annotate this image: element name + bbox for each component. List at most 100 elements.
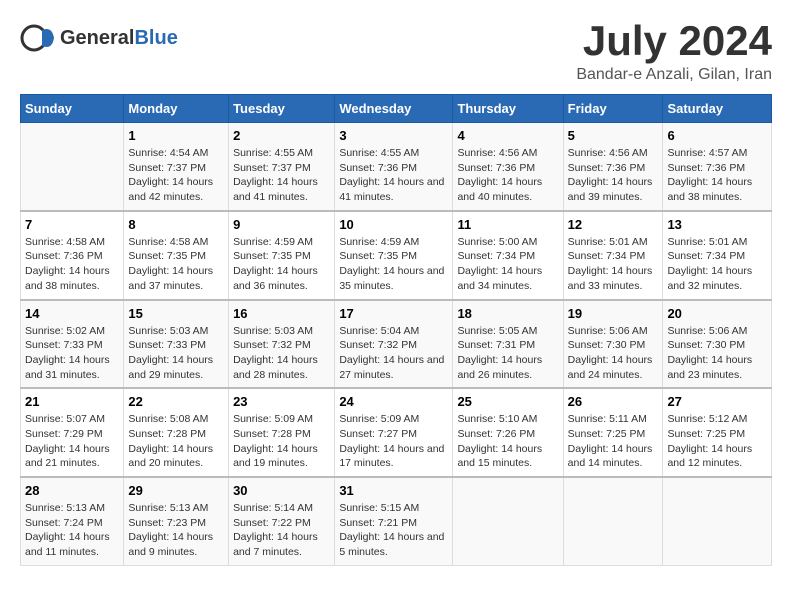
week-row-3: 14 Sunrise: 5:02 AMSunset: 7:33 PMDayligh… [21, 300, 772, 389]
col-header-sunday: Sunday [21, 95, 124, 123]
day-number: 30 [233, 483, 330, 498]
col-header-friday: Friday [563, 95, 663, 123]
calendar-header-row: SundayMondayTuesdayWednesdayThursdayFrid… [21, 95, 772, 123]
calendar-cell: 4Sunrise: 4:56 AMSunset: 7:36 PMDaylight… [453, 123, 563, 211]
logo-blue: Blue [134, 27, 177, 49]
day-number: 20 [667, 306, 767, 321]
month-year: July 2024 [576, 20, 772, 62]
day-info: Sunrise: 4:56 AMSunset: 7:36 PMDaylight:… [568, 146, 659, 205]
day-info: Sunrise: 4:58 AMSunset: 7:36 PMDaylight:… [25, 235, 119, 294]
calendar-cell: 7 Sunrise: 4:58 AMSunset: 7:36 PMDaylight… [21, 211, 124, 300]
calendar-cell: 11 Sunrise: 5:00 AMSunset: 7:34 PMDayligh… [453, 211, 563, 300]
calendar-cell: 12 Sunrise: 5:01 AMSunset: 7:34 PMDayligh… [563, 211, 663, 300]
day-number: 5 [568, 128, 659, 143]
day-number: 1 [128, 128, 224, 143]
day-number: 15 [128, 306, 224, 321]
calendar-cell: 18Sunrise: 5:05 AMSunset: 7:31 PMDayligh… [453, 300, 563, 389]
day-number: 4 [457, 128, 558, 143]
day-number: 8 [128, 217, 224, 232]
day-info: Sunrise: 5:00 AMSunset: 7:34 PMDaylight:… [457, 235, 558, 294]
day-info: Sunrise: 5:11 AMSunset: 7:25 PMDaylight:… [568, 412, 659, 471]
logo-icon [20, 20, 56, 56]
calendar-cell: 26Sunrise: 5:11 AMSunset: 7:25 PMDayligh… [563, 388, 663, 477]
day-number: 14 [25, 306, 119, 321]
col-header-monday: Monday [124, 95, 229, 123]
col-header-saturday: Saturday [663, 95, 772, 123]
day-info: Sunrise: 5:13 AMSunset: 7:23 PMDaylight:… [128, 501, 224, 560]
day-number: 23 [233, 394, 330, 409]
week-row-5: 28 Sunrise: 5:13 AMSunset: 7:24 PMDayligh… [21, 477, 772, 565]
day-number: 11 [457, 217, 558, 232]
week-row-1: 1 Sunrise: 4:54 AMSunset: 7:37 PMDaylight… [21, 123, 772, 211]
day-info: Sunrise: 5:15 AMSunset: 7:21 PMDaylight:… [339, 501, 448, 560]
calendar-cell: 14 Sunrise: 5:02 AMSunset: 7:33 PMDayligh… [21, 300, 124, 389]
title-block: July 2024 Bandar-e Anzali, Gilan, Iran [576, 20, 772, 84]
day-number: 17 [339, 306, 448, 321]
calendar-cell: 8 Sunrise: 4:58 AMSunset: 7:35 PMDaylight… [124, 211, 229, 300]
day-info: Sunrise: 5:07 AMSunset: 7:29 PMDaylight:… [25, 412, 119, 471]
calendar-cell: 3Sunrise: 4:55 AMSunset: 7:36 PMDaylight… [335, 123, 453, 211]
calendar-cell: 24 Sunrise: 5:09 AMSunset: 7:27 PMDayligh… [335, 388, 453, 477]
day-number: 19 [568, 306, 659, 321]
day-info: Sunrise: 4:58 AMSunset: 7:35 PMDaylight:… [128, 235, 224, 294]
day-info: Sunrise: 5:02 AMSunset: 7:33 PMDaylight:… [25, 324, 119, 383]
day-number: 29 [128, 483, 224, 498]
logo: GeneralBlue [20, 20, 178, 56]
calendar-cell: 21 Sunrise: 5:07 AMSunset: 7:29 PMDayligh… [21, 388, 124, 477]
calendar-cell: 1 Sunrise: 4:54 AMSunset: 7:37 PMDaylight… [124, 123, 229, 211]
calendar-cell [663, 477, 772, 565]
calendar-cell [563, 477, 663, 565]
day-info: Sunrise: 5:12 AMSunset: 7:25 PMDaylight:… [667, 412, 767, 471]
calendar-cell: 19 Sunrise: 5:06 AMSunset: 7:30 PMDayligh… [563, 300, 663, 389]
calendar-cell [453, 477, 563, 565]
day-number: 18 [457, 306, 558, 321]
day-info: Sunrise: 4:55 AMSunset: 7:37 PMDaylight:… [233, 146, 330, 205]
day-info: Sunrise: 5:06 AMSunset: 7:30 PMDaylight:… [667, 324, 767, 383]
day-number: 13 [667, 217, 767, 232]
day-info: Sunrise: 5:08 AMSunset: 7:28 PMDaylight:… [128, 412, 224, 471]
day-number: 28 [25, 483, 119, 498]
day-info: Sunrise: 5:04 AMSunset: 7:32 PMDaylight:… [339, 324, 448, 383]
calendar-cell: 15Sunrise: 5:03 AMSunset: 7:33 PMDayligh… [124, 300, 229, 389]
calendar-cell: 6 Sunrise: 4:57 AMSunset: 7:36 PMDaylight… [663, 123, 772, 211]
day-info: Sunrise: 5:10 AMSunset: 7:26 PMDaylight:… [457, 412, 558, 471]
calendar-cell: 23 Sunrise: 5:09 AMSunset: 7:28 PMDayligh… [229, 388, 335, 477]
day-info: Sunrise: 4:57 AMSunset: 7:36 PMDaylight:… [667, 146, 767, 205]
day-number: 2 [233, 128, 330, 143]
day-info: Sunrise: 5:09 AMSunset: 7:28 PMDaylight:… [233, 412, 330, 471]
col-header-tuesday: Tuesday [229, 95, 335, 123]
calendar-cell: 25 Sunrise: 5:10 AMSunset: 7:26 PMDayligh… [453, 388, 563, 477]
day-number: 12 [568, 217, 659, 232]
calendar-cell: 10Sunrise: 4:59 AMSunset: 7:35 PMDayligh… [335, 211, 453, 300]
week-row-4: 21 Sunrise: 5:07 AMSunset: 7:29 PMDayligh… [21, 388, 772, 477]
day-info: Sunrise: 5:09 AMSunset: 7:27 PMDaylight:… [339, 412, 448, 471]
day-info: Sunrise: 5:13 AMSunset: 7:24 PMDaylight:… [25, 501, 119, 560]
calendar-cell: 30Sunrise: 5:14 AMSunset: 7:22 PMDayligh… [229, 477, 335, 565]
calendar-cell: 9Sunrise: 4:59 AMSunset: 7:35 PMDaylight… [229, 211, 335, 300]
calendar-cell: 27Sunrise: 5:12 AMSunset: 7:25 PMDayligh… [663, 388, 772, 477]
day-number: 3 [339, 128, 448, 143]
calendar-cell: 20 Sunrise: 5:06 AMSunset: 7:30 PMDayligh… [663, 300, 772, 389]
col-header-wednesday: Wednesday [335, 95, 453, 123]
location: Bandar-e Anzali, Gilan, Iran [576, 66, 772, 84]
day-number: 25 [457, 394, 558, 409]
day-number: 7 [25, 217, 119, 232]
calendar-cell: 17 Sunrise: 5:04 AMSunset: 7:32 PMDayligh… [335, 300, 453, 389]
day-info: Sunrise: 5:01 AMSunset: 7:34 PMDaylight:… [667, 235, 767, 294]
day-info: Sunrise: 5:01 AMSunset: 7:34 PMDaylight:… [568, 235, 659, 294]
col-header-thursday: Thursday [453, 95, 563, 123]
calendar-cell: 29 Sunrise: 5:13 AMSunset: 7:23 PMDayligh… [124, 477, 229, 565]
day-info: Sunrise: 5:06 AMSunset: 7:30 PMDaylight:… [568, 324, 659, 383]
day-number: 21 [25, 394, 119, 409]
calendar-cell: 28 Sunrise: 5:13 AMSunset: 7:24 PMDayligh… [21, 477, 124, 565]
calendar-cell: 13 Sunrise: 5:01 AMSunset: 7:34 PMDayligh… [663, 211, 772, 300]
calendar-cell [21, 123, 124, 211]
day-number: 10 [339, 217, 448, 232]
day-number: 6 [667, 128, 767, 143]
day-info: Sunrise: 4:59 AMSunset: 7:35 PMDaylight:… [233, 235, 330, 294]
calendar-table: SundayMondayTuesdayWednesdayThursdayFrid… [20, 94, 772, 566]
day-info: Sunrise: 5:03 AMSunset: 7:32 PMDaylight:… [233, 324, 330, 383]
day-info: Sunrise: 4:54 AMSunset: 7:37 PMDaylight:… [128, 146, 224, 205]
calendar-cell: 5 Sunrise: 4:56 AMSunset: 7:36 PMDaylight… [563, 123, 663, 211]
day-number: 24 [339, 394, 448, 409]
